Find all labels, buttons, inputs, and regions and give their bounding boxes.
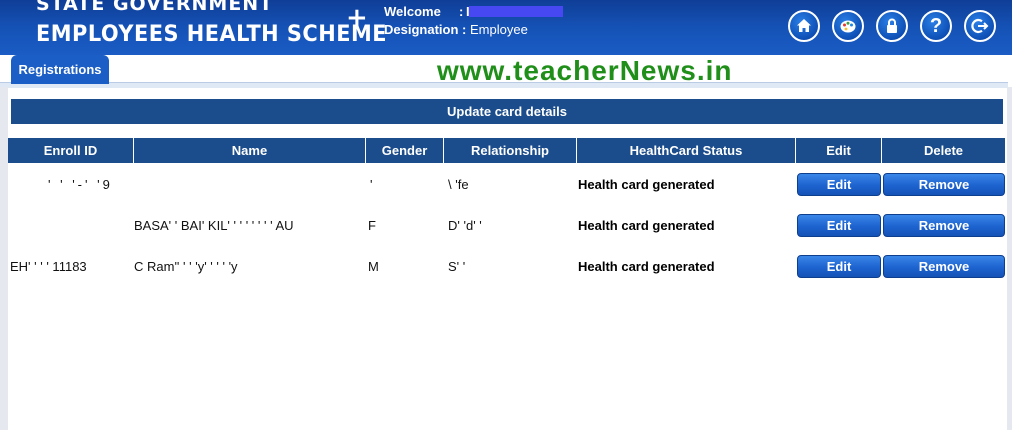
designation-colon: :: [462, 22, 467, 37]
logout-icon[interactable]: [964, 10, 996, 42]
palette-icon[interactable]: [832, 10, 864, 42]
name-cell: BASA' ' BAI' KIL' ' ' ' ' ' ' ' AU: [134, 217, 294, 233]
gender-cell: M: [368, 258, 379, 274]
brand-line1: STATE GOVERNMENT: [36, 0, 274, 15]
panel-title: Update card details: [11, 99, 1003, 124]
brand-plus: +: [346, 3, 368, 33]
home-glyph: [797, 19, 811, 32]
edit-button[interactable]: Edit: [797, 255, 881, 278]
column-header-relationship: Relationship: [444, 138, 576, 163]
designation-value: Employee: [470, 22, 528, 37]
name-cell: [136, 164, 364, 204]
help-icon[interactable]: ?: [920, 10, 952, 42]
name-cell: C Ram'' ' ' 'y' ' ' ' 'y: [134, 258, 238, 274]
designation-label: Designation: [384, 22, 459, 37]
edit-button[interactable]: Edit: [797, 173, 881, 196]
left-border: [0, 87, 8, 430]
column-header-gender: Gender: [366, 138, 443, 163]
lock-icon[interactable]: [876, 10, 908, 42]
palette-glyph: [840, 20, 856, 33]
relationship-cell: S' ': [448, 258, 466, 274]
healthcard-status-cell: Health card generated: [578, 217, 715, 233]
gender-cell: F: [368, 217, 376, 233]
edit-button[interactable]: Edit: [797, 214, 881, 237]
column-header-edit: Edit: [796, 138, 881, 163]
help-glyph: ?: [929, 14, 943, 37]
lock-glyph: [887, 18, 897, 33]
right-border: [1007, 87, 1012, 430]
welcome-label: Welcome: [384, 4, 441, 19]
healthcard-status-cell: Health card generated: [578, 258, 715, 274]
welcome-redaction: [469, 6, 563, 17]
brand-title: EMPLOYEES HEALTH SCHEME: [36, 22, 387, 47]
relationship-cell: \ 'fe: [448, 176, 469, 192]
welcome-colon: :: [459, 4, 464, 19]
remove-button[interactable]: Remove: [883, 255, 1005, 278]
healthcard-status-cell: Health card generated: [578, 176, 715, 192]
column-header-enroll-id: Enroll ID: [8, 138, 133, 163]
tab-registrations[interactable]: Registrations: [11, 55, 109, 84]
gender-cell: ': [370, 176, 373, 192]
column-header-name: Name: [134, 138, 365, 163]
watermark-text: www.teacherNews.in: [437, 55, 733, 86]
column-header-delete: Delete: [882, 138, 1005, 163]
logout-glyph: [971, 18, 989, 34]
enroll-id-cell: [8, 205, 132, 245]
home-icon[interactable]: [788, 10, 820, 42]
remove-button[interactable]: Remove: [883, 214, 1005, 237]
enroll-id-cell: ' ' '-' '9: [48, 176, 113, 192]
enroll-id-cell: EH' ' ' ' 11183: [10, 258, 87, 274]
column-header-healthcard-status: HealthCard Status: [577, 138, 795, 163]
app-header: STATE GOVERNMENT EMPLOYEES HEALTH SCHEME…: [0, 0, 1012, 55]
relationship-cell: D' 'd' ': [448, 217, 482, 233]
remove-button[interactable]: Remove: [883, 173, 1005, 196]
